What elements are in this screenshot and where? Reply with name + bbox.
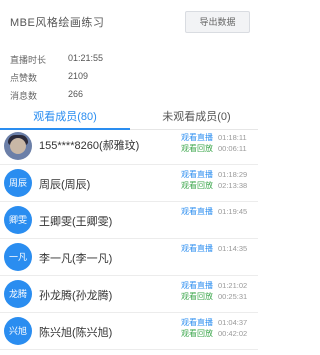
avatar-photo xyxy=(4,132,32,160)
member-name: 陈兴旭(陈兴旭) xyxy=(39,327,113,339)
watch-log: 观看直播 01:18:29 观看回放 02:13:38 xyxy=(181,169,247,191)
member-row[interactable]: 周辰 周辰(周辰) 观看直播 01:18:29 观看回放 02:13:38 xyxy=(0,165,258,202)
stat-value: 01:21:55 xyxy=(68,53,104,63)
member-row[interactable]: 卿雯 王卿雯(王卿雯) 观看直播 01:19:45 xyxy=(0,202,258,239)
live-summary-header: MBE风格绘画练习 导出数据 直播时长 01:21:55 点赞数 2109 消息… xyxy=(0,0,258,130)
page-title: MBE风格绘画练习 xyxy=(10,17,105,29)
member-name: 155****8260(郝雅玟) xyxy=(39,140,140,152)
member-name: 王卿雯(王卿雯) xyxy=(39,216,113,228)
member-name: 孙龙腾(孙龙腾) xyxy=(39,290,113,302)
watch-type: 观看直播 xyxy=(181,207,213,216)
stat-messages: 消息数 266 xyxy=(10,89,103,107)
stats-panel: 直播时长 01:21:55 点赞数 2109 消息数 266 xyxy=(10,53,103,107)
avatar: 一凡 xyxy=(4,243,32,271)
member-row[interactable]: 兴旭 陈兴旭(陈兴旭) 观看直播 01:04:37 观看回放 00:42:02 xyxy=(0,313,258,350)
watch-time: 01:04:37 xyxy=(218,318,248,327)
tab-unwatched-members[interactable]: 未观看成员(0) xyxy=(135,106,258,130)
member-row[interactable]: 155****8260(郝雅玟) 观看直播 01:18:11 观看回放 00:06:… xyxy=(0,131,258,165)
avatar: 龙腾 xyxy=(4,280,32,308)
watch-time: 02:13:38 xyxy=(218,181,248,190)
watch-time: 00:06:11 xyxy=(218,144,247,153)
member-tabs: 观看成员(80) 未观看成员(0) xyxy=(0,106,258,130)
avatar: 卿雯 xyxy=(4,206,32,234)
stat-label: 消息数 xyxy=(10,91,38,101)
member-row[interactable]: 一凡 李一凡(李一凡) 观看直播 01:14:35 xyxy=(0,239,258,276)
watch-log-entry: 观看直播 01:18:29 xyxy=(181,169,247,180)
watch-log-entry: 观看直播 01:14:35 xyxy=(181,243,247,254)
watch-time: 01:18:29 xyxy=(218,170,248,179)
member-list: 155****8260(郝雅玟) 观看直播 01:18:11 观看回放 00:06:… xyxy=(0,131,258,355)
watch-type: 观看回放 xyxy=(181,181,213,190)
watch-type: 观看回放 xyxy=(181,292,213,301)
watch-log-entry: 观看直播 01:21:02 xyxy=(181,280,247,291)
watch-time: 01:18:11 xyxy=(218,133,247,142)
watch-type: 观看回放 xyxy=(181,329,213,338)
watch-time: 01:19:45 xyxy=(218,207,248,216)
watch-log-entry: 观看回放 00:25:31 xyxy=(181,291,247,302)
member-name: 李一凡(李一凡) xyxy=(39,253,113,265)
member-row[interactable]: 龙腾 孙龙腾(孙龙腾) 观看直播 01:21:02 观看回放 00:25:31 xyxy=(0,276,258,313)
watch-log: 观看直播 01:21:02 观看回放 00:25:31 xyxy=(181,280,247,302)
watch-type: 观看回放 xyxy=(181,144,213,153)
stat-likes: 点赞数 2109 xyxy=(10,71,103,89)
watch-log-entry: 观看回放 00:42:02 xyxy=(181,328,247,339)
watch-type: 观看直播 xyxy=(181,170,213,179)
stat-value: 266 xyxy=(68,89,84,99)
watch-log-entry: 观看回放 02:13:38 xyxy=(181,180,247,191)
member-name: 周辰(周辰) xyxy=(39,179,91,191)
stat-live-duration: 直播时长 01:21:55 xyxy=(10,53,103,71)
avatar-face-shape xyxy=(10,138,26,154)
watch-type: 观看直播 xyxy=(181,244,213,253)
stat-label: 直播时长 xyxy=(10,55,47,65)
watch-time: 00:42:02 xyxy=(218,329,248,338)
watch-time: 01:21:02 xyxy=(218,281,248,290)
watch-type: 观看直播 xyxy=(181,318,213,327)
watch-log-entry: 观看直播 01:04:37 xyxy=(181,317,247,328)
watch-log: 观看直播 01:14:35 xyxy=(181,243,247,254)
watch-time: 00:25:31 xyxy=(218,292,248,301)
stat-label: 点赞数 xyxy=(10,73,38,83)
avatar: 周辰 xyxy=(4,169,32,197)
watch-type: 观看直播 xyxy=(181,133,213,142)
watch-log-entry: 观看直播 01:19:45 xyxy=(181,206,247,217)
export-data-button[interactable]: 导出数据 xyxy=(185,11,250,33)
watch-log-entry: 观看直播 01:18:11 xyxy=(181,132,247,143)
watch-log-entry: 观看回放 00:06:11 xyxy=(181,143,247,154)
stat-value: 2109 xyxy=(68,71,89,81)
watch-type: 观看直播 xyxy=(181,281,213,290)
tab-watched-members[interactable]: 观看成员(80) xyxy=(0,106,130,130)
watch-log: 观看直播 01:18:11 观看回放 00:06:11 xyxy=(181,132,247,154)
avatar: 兴旭 xyxy=(4,317,32,345)
watch-time: 01:14:35 xyxy=(218,244,248,253)
watch-log: 观看直播 01:04:37 观看回放 00:42:02 xyxy=(181,317,247,339)
watch-log: 观看直播 01:19:45 xyxy=(181,206,247,217)
